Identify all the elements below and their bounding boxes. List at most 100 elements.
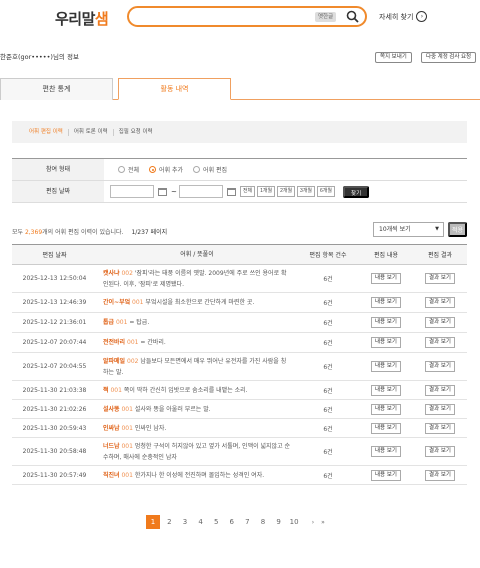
advanced-search-label: 자세히 찾기: [379, 12, 414, 21]
row-count: 6건: [297, 465, 359, 485]
view-result-button[interactable]: 결과 보기: [425, 361, 455, 372]
headword-link[interactable]: 캣사냐: [103, 270, 120, 277]
view-content-button[interactable]: 내용 보기: [371, 384, 401, 396]
radio-selected-icon: [149, 166, 157, 173]
view-content-button[interactable]: 내용 보기: [371, 297, 401, 308]
row-count: 6건: [297, 437, 359, 466]
find-button[interactable]: 찾기: [343, 185, 370, 198]
row-word-cell: 설사똥 001 설사와 똥을 아울러 부르는 말.: [97, 399, 297, 419]
start-date-input[interactable]: [110, 185, 154, 198]
view-result-button[interactable]: 결과 보기: [425, 403, 455, 415]
headword-link[interactable]: 간이~부엌: [103, 299, 130, 306]
headword-link[interactable]: 톱급: [103, 319, 114, 326]
row-date: 2025-12-07 20:04:55: [12, 352, 97, 381]
row-word-cell: 간이~부엌 001 부엌시설을 최소한으로 간단하게 마련한 곳.: [97, 292, 297, 313]
page-6[interactable]: 6: [224, 518, 240, 526]
radio-all[interactable]: 전체: [118, 165, 139, 174]
site-logo[interactable]: 우리말샘: [55, 8, 109, 29]
view-content-button[interactable]: 내용 보기: [371, 317, 401, 328]
definition: = 탑급.: [129, 319, 150, 326]
row-count: 6건: [297, 312, 359, 333]
subtab-edit-history[interactable]: 어휘 편집 이력: [24, 128, 69, 136]
period-2m-button[interactable]: 2개월: [277, 186, 296, 197]
page-indicator: 1/237 페이지: [131, 229, 168, 236]
sense-number: 001: [121, 405, 133, 413]
radio-edit-label: 어휘 편집: [203, 167, 228, 174]
calendar-icon[interactable]: [158, 187, 167, 196]
advanced-search-link[interactable]: 자세히 찾기 ›: [379, 11, 428, 22]
page-5[interactable]: 5: [208, 518, 224, 526]
edit-history-table: 편집 날짜 어휘 / 뜻풀이 편집 항목 건수 편집 내용 편집 결과 2025…: [12, 244, 467, 485]
row-word-cell: 직진녀 001 한가지나 한 이성에 전진하며 몰입하는 성격인 여자.: [97, 465, 297, 485]
old-hangul-button[interactable]: 옛한글: [315, 12, 337, 22]
sense-number: 001: [115, 319, 128, 326]
period-3m-button[interactable]: 3개월: [297, 186, 316, 197]
table-row: 2025-11-30 21:02:26 설사똥 001 설사와 똥을 아울러 부르…: [12, 399, 467, 419]
headword-link[interactable]: 알파메일: [103, 358, 125, 365]
sense-number: 002: [121, 269, 133, 277]
view-result-button[interactable]: 결과 보기: [425, 317, 455, 328]
calendar-icon[interactable]: [226, 187, 236, 196]
headword-link[interactable]: 쩍: [103, 387, 109, 394]
view-result-button[interactable]: 결과 보기: [425, 469, 455, 481]
page-1[interactable]: 1: [146, 515, 160, 529]
page-7[interactable]: 7: [240, 518, 256, 526]
view-result-button[interactable]: 결과 보기: [425, 273, 455, 284]
page-4[interactable]: 4: [193, 518, 209, 526]
last-page-icon[interactable]: »: [318, 519, 328, 526]
row-word-cell: 알파메일 002 남들보다 모든면에서 매우 뛰어난 유전자를 가진 사람을 칭…: [97, 352, 297, 381]
pagination: 1 2 3 4 5 6 7 8 9 10 ›»: [146, 515, 328, 529]
view-content-button[interactable]: 내용 보기: [371, 273, 401, 284]
search-icon[interactable]: [346, 10, 359, 23]
view-result-button[interactable]: 결과 보기: [425, 337, 455, 348]
send-message-button[interactable]: 쪽지 보내기: [375, 52, 412, 63]
table-row: 2025-12-13 12:46:39 간이~부엌 001 부엌시설을 최소한으로…: [12, 292, 467, 313]
headword-link[interactable]: 인싸남: [103, 425, 120, 432]
tab-activity[interactable]: 활동 내역: [118, 78, 231, 100]
radio-add[interactable]: 어휘 추가: [149, 165, 183, 174]
view-result-button[interactable]: 결과 보기: [425, 384, 455, 396]
view-result-button[interactable]: 결과 보기: [425, 422, 455, 434]
view-result-button[interactable]: 결과 보기: [425, 297, 455, 308]
page-9[interactable]: 9: [271, 518, 287, 526]
view-result-button[interactable]: 결과 보기: [425, 446, 455, 457]
row-count: 6건: [297, 352, 359, 381]
page-8[interactable]: 8: [255, 518, 271, 526]
logo-text: 우리말: [55, 10, 95, 28]
user-info: 한준호(gor•••••)님의 정보: [0, 53, 79, 61]
headword-link[interactable]: 설사똥: [103, 406, 120, 413]
headword-link[interactable]: 직진녀: [103, 472, 120, 479]
subtab-request-history[interactable]: 집필 요청 이력: [114, 129, 158, 136]
view-content-button[interactable]: 내용 보기: [371, 422, 401, 434]
page-3[interactable]: 3: [177, 518, 193, 526]
next-page-icon[interactable]: ›: [308, 519, 318, 526]
definition: 한가지나 한 이성에 전진하며 몰입하는 성격인 여자.: [134, 471, 265, 479]
page-size-select[interactable]: 10개씩 보기 ▼: [373, 222, 444, 237]
subtab-discussion-history[interactable]: 어휘 토론 이력: [69, 128, 114, 136]
view-content-button[interactable]: 내용 보기: [371, 446, 401, 457]
row-count: 6건: [297, 264, 359, 293]
period-6m-button[interactable]: 6개월: [317, 186, 336, 197]
period-1m-button[interactable]: 1개월: [257, 186, 276, 197]
row-date: 2025-11-30 20:58:48: [12, 437, 97, 466]
headword-link[interactable]: 너드남: [103, 443, 120, 450]
view-content-button[interactable]: 내용 보기: [371, 337, 401, 348]
page-2[interactable]: 2: [162, 518, 178, 526]
sense-number: 001: [127, 339, 139, 346]
view-content-button[interactable]: 내용 보기: [371, 361, 401, 372]
end-date-input[interactable]: [178, 185, 223, 198]
apply-button[interactable]: 적용: [448, 222, 467, 237]
sense-number: 002: [127, 357, 139, 365]
search-input[interactable]: 옛한글: [127, 6, 367, 27]
definition: 인싸인 남자.: [134, 424, 167, 432]
table-row: 2025-11-30 20:58:48 너드남 001 멍청한 구석이 허지않아 …: [12, 437, 467, 466]
tab-statistics[interactable]: 편찬 통계: [0, 78, 113, 100]
view-content-button[interactable]: 내용 보기: [371, 469, 401, 481]
radio-edit[interactable]: 어휘 편집: [193, 165, 227, 174]
multi-account-check-button[interactable]: 다중 계정 검사 요청: [421, 52, 477, 63]
headword-link[interactable]: 전전바리: [103, 339, 125, 346]
page-10[interactable]: 10: [286, 518, 302, 526]
view-content-button[interactable]: 내용 보기: [371, 403, 401, 415]
header-word: 어휘 / 뜻풀이: [97, 244, 297, 265]
period-all-button[interactable]: 전체: [239, 186, 256, 197]
